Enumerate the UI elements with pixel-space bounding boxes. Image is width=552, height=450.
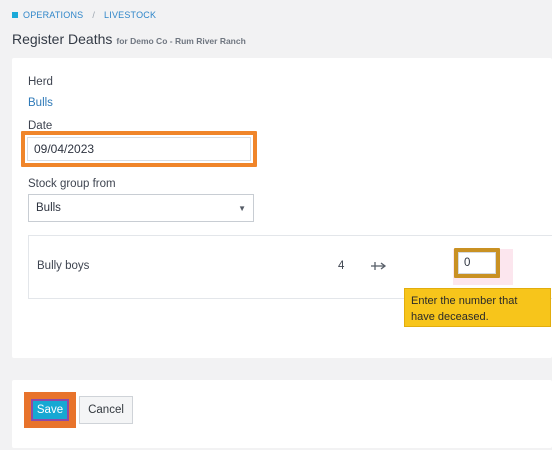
register-deaths-form-card: Herd Bulls Date Stock group from Bulls ▼… <box>12 58 552 358</box>
page-subtitle: for Demo Co - Rum River Ranch <box>116 36 246 46</box>
breadcrumb-square-icon <box>12 12 18 18</box>
deceased-count-input[interactable] <box>458 252 496 274</box>
save-button[interactable]: Save <box>31 399 69 421</box>
breadcrumb-separator: / <box>92 10 96 20</box>
stock-row-name: Bully boys <box>37 260 90 272</box>
stock-group-selected-value: Bulls <box>36 202 61 214</box>
cancel-button[interactable]: Cancel <box>79 396 133 424</box>
instruction-tooltip: Enter the number that have deceased. <box>404 288 551 327</box>
stock-group-select[interactable]: Bulls ▼ <box>28 194 254 222</box>
form-actions-card: Save Cancel <box>12 380 552 448</box>
breadcrumb-livestock-link[interactable]: LIVESTOCK <box>104 10 156 20</box>
breadcrumb-operations-link[interactable]: OPERATIONS <box>23 10 83 20</box>
stock-row-count: 4 <box>338 260 345 272</box>
stock-group-label: Stock group from <box>28 178 116 190</box>
date-input[interactable] <box>27 137 251 161</box>
breadcrumb: OPERATIONS / LIVESTOCK <box>12 9 156 21</box>
herd-value: Bulls <box>28 97 53 109</box>
page-title-text: Register Deaths <box>12 31 113 47</box>
caret-down-icon: ▼ <box>238 203 246 213</box>
transfer-icon[interactable] <box>368 258 390 274</box>
page-title: Register Deaths for Demo Co - Rum River … <box>12 31 246 47</box>
herd-label: Herd <box>28 76 53 88</box>
